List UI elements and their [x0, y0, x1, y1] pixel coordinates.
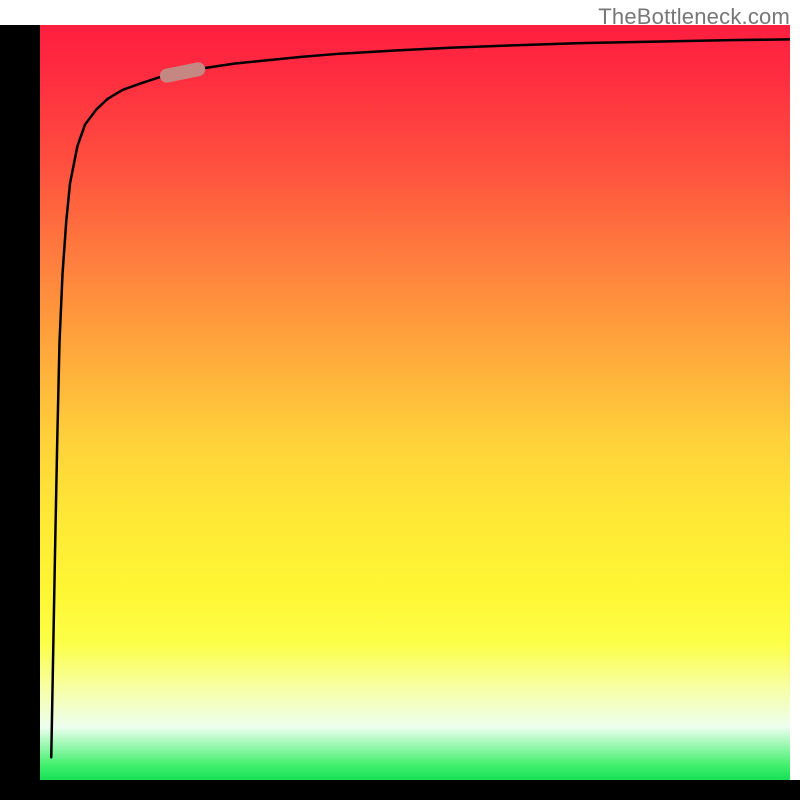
x-axis-bar	[0, 780, 800, 800]
chart-curve-layer	[40, 25, 790, 780]
watermark-text: TheBottleneck.com	[598, 4, 790, 30]
chart-curve	[51, 39, 790, 757]
chart-figure: TheBottleneck.com	[0, 0, 800, 800]
y-axis-bar	[0, 25, 40, 780]
